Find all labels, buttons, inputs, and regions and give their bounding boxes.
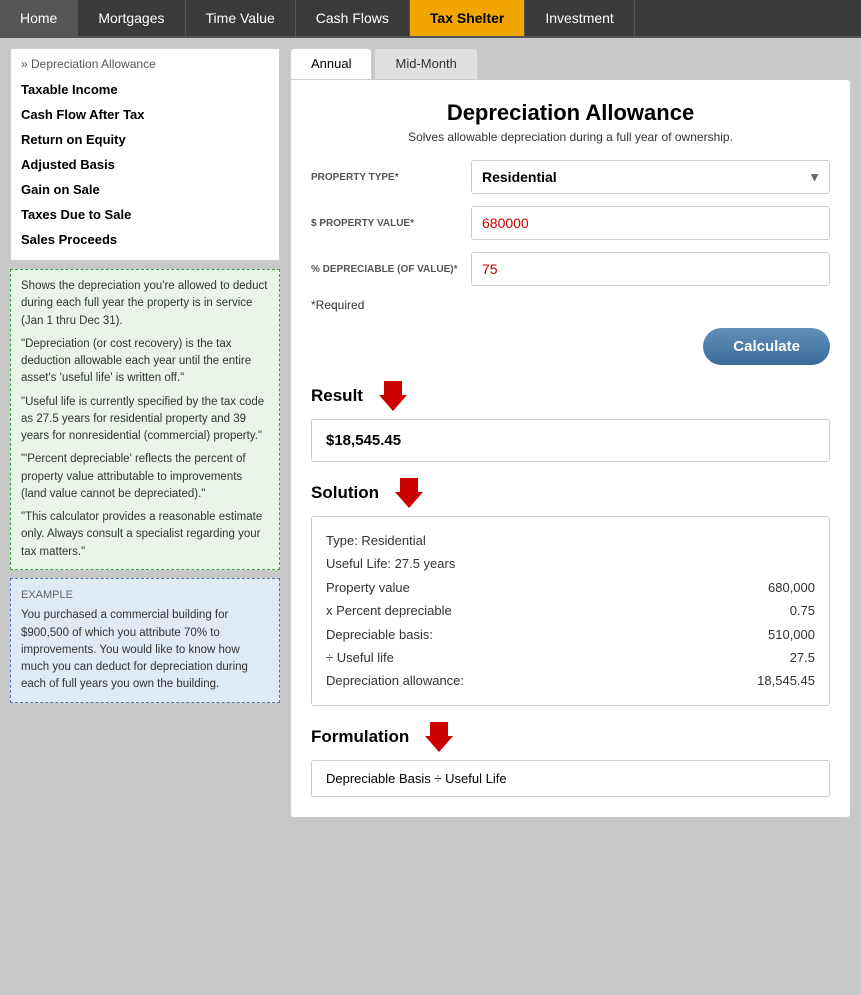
sidebar-item-adjusted-basis[interactable]: Adjusted Basis bbox=[21, 152, 269, 177]
content-area: Annual Mid-Month Depreciation Allowance … bbox=[290, 48, 851, 818]
solution-value-0 bbox=[735, 529, 815, 552]
solution-row-3: x Percent depreciable 0.75 bbox=[326, 599, 815, 622]
example-box: EXAMPLE You purchased a commercial build… bbox=[10, 578, 280, 703]
main-card: Depreciation Allowance Solves allowable … bbox=[290, 79, 851, 818]
solution-value-4: 510,000 bbox=[735, 623, 815, 646]
nav-bar: Home Mortgages Time Value Cash Flows Tax… bbox=[0, 0, 861, 38]
property-type-select[interactable]: Residential Commercial bbox=[472, 161, 829, 193]
card-title: Depreciation Allowance bbox=[311, 100, 830, 126]
solution-label: Solution bbox=[311, 483, 379, 503]
depreciable-label: % DEPRECIABLE (OF VALUE)* bbox=[311, 264, 471, 275]
formulation-header: Formulation bbox=[311, 722, 830, 752]
menu-header: » Depreciation Allowance bbox=[21, 57, 269, 71]
nav-tab-time-value[interactable]: Time Value bbox=[186, 0, 296, 36]
solution-label-2: Property value bbox=[326, 576, 410, 599]
sidebar: » Depreciation Allowance Taxable Income … bbox=[10, 48, 280, 818]
property-type-label: PROPERTY TYPE* bbox=[311, 172, 471, 183]
sidebar-item-cash-flow-after-tax[interactable]: Cash Flow After Tax bbox=[21, 102, 269, 127]
solution-label-0: Type: Residential bbox=[326, 529, 426, 552]
info-para-2: "Depreciation (or cost recovery) is the … bbox=[21, 336, 269, 388]
required-text: *Required bbox=[311, 298, 830, 312]
formulation-box: Depreciable Basis ÷ Useful Life bbox=[311, 760, 830, 797]
info-para-1: Shows the depreciation you're allowed to… bbox=[21, 278, 269, 330]
sidebar-item-sales-proceeds[interactable]: Sales Proceeds bbox=[21, 227, 269, 252]
solution-header: Solution bbox=[311, 478, 830, 508]
result-label: Result bbox=[311, 386, 363, 406]
example-text: You purchased a commercial building for … bbox=[21, 607, 269, 693]
sidebar-item-taxable-income[interactable]: Taxable Income bbox=[21, 77, 269, 102]
tab-bar: Annual Mid-Month bbox=[290, 48, 851, 79]
solution-row-4: Depreciable basis: 510,000 bbox=[326, 623, 815, 646]
result-box: $18,545.45 bbox=[311, 419, 830, 462]
nav-tab-home[interactable]: Home bbox=[0, 0, 78, 36]
nav-tab-tax-shelter[interactable]: Tax Shelter bbox=[410, 0, 525, 36]
main-layout: » Depreciation Allowance Taxable Income … bbox=[0, 38, 861, 828]
result-header: Result bbox=[311, 381, 830, 411]
solution-value-1 bbox=[735, 552, 815, 575]
depreciable-field bbox=[471, 252, 830, 286]
example-label: EXAMPLE bbox=[21, 587, 269, 604]
formulation-label: Formulation bbox=[311, 727, 409, 747]
depreciable-row: % DEPRECIABLE (OF VALUE)* bbox=[311, 252, 830, 286]
info-para-5: "This calculator provides a reasonable e… bbox=[21, 509, 269, 561]
nav-tab-mortgages[interactable]: Mortgages bbox=[78, 0, 185, 36]
property-type-field: Residential Commercial ▼ bbox=[471, 160, 830, 194]
property-value-input[interactable] bbox=[471, 206, 830, 240]
red-arrow-head-2 bbox=[395, 492, 423, 508]
nav-tab-investment[interactable]: Investment bbox=[525, 0, 634, 36]
solution-label-6: Depreciation allowance: bbox=[326, 669, 464, 692]
sidebar-item-return-on-equity[interactable]: Return on Equity bbox=[21, 127, 269, 152]
red-arrow-shaft bbox=[384, 381, 402, 395]
calculate-button[interactable]: Calculate bbox=[703, 328, 830, 365]
property-value-field bbox=[471, 206, 830, 240]
property-type-row: PROPERTY TYPE* Residential Commercial ▼ bbox=[311, 160, 830, 194]
sidebar-item-gain-on-sale[interactable]: Gain on Sale bbox=[21, 177, 269, 202]
nav-tab-cash-flows[interactable]: Cash Flows bbox=[296, 0, 410, 36]
solution-label-5: ÷ Useful life bbox=[326, 646, 394, 669]
sidebar-menu: » Depreciation Allowance Taxable Income … bbox=[10, 48, 280, 261]
solution-value-6: 18,545.45 bbox=[735, 669, 815, 692]
solution-value-2: 680,000 bbox=[735, 576, 815, 599]
tab-annual[interactable]: Annual bbox=[290, 48, 372, 79]
red-arrow-head-3 bbox=[425, 736, 453, 752]
solution-row-0: Type: Residential bbox=[326, 529, 815, 552]
solution-row-6: Depreciation allowance: 18,545.45 bbox=[326, 669, 815, 692]
solution-label-1: Useful Life: 27.5 years bbox=[326, 552, 455, 575]
info-box: Shows the depreciation you're allowed to… bbox=[10, 269, 280, 570]
property-value-label: $ PROPERTY VALUE* bbox=[311, 218, 471, 229]
info-para-4: "'Percent depreciable' reflects the perc… bbox=[21, 451, 269, 503]
sidebar-item-taxes-due-to-sale[interactable]: Taxes Due to Sale bbox=[21, 202, 269, 227]
property-value-row: $ PROPERTY VALUE* bbox=[311, 206, 830, 240]
red-arrow-head bbox=[379, 395, 407, 411]
card-subtitle: Solves allowable depreciation during a f… bbox=[311, 130, 830, 144]
info-para-3: "Useful life is currently specified by t… bbox=[21, 394, 269, 446]
red-arrow-shaft-2 bbox=[400, 478, 418, 492]
solution-label-4: Depreciable basis: bbox=[326, 623, 433, 646]
red-arrow-shaft-3 bbox=[430, 722, 448, 736]
solution-row-5: ÷ Useful life 27.5 bbox=[326, 646, 815, 669]
solution-value-3: 0.75 bbox=[735, 599, 815, 622]
solution-value-5: 27.5 bbox=[735, 646, 815, 669]
property-type-select-wrapper[interactable]: Residential Commercial ▼ bbox=[471, 160, 830, 194]
solution-row-2: Property value 680,000 bbox=[326, 576, 815, 599]
solution-row-1: Useful Life: 27.5 years bbox=[326, 552, 815, 575]
solution-box: Type: Residential Useful Life: 27.5 year… bbox=[311, 516, 830, 706]
depreciable-input[interactable] bbox=[471, 252, 830, 286]
tab-mid-month[interactable]: Mid-Month bbox=[374, 48, 477, 79]
solution-label-3: x Percent depreciable bbox=[326, 599, 452, 622]
